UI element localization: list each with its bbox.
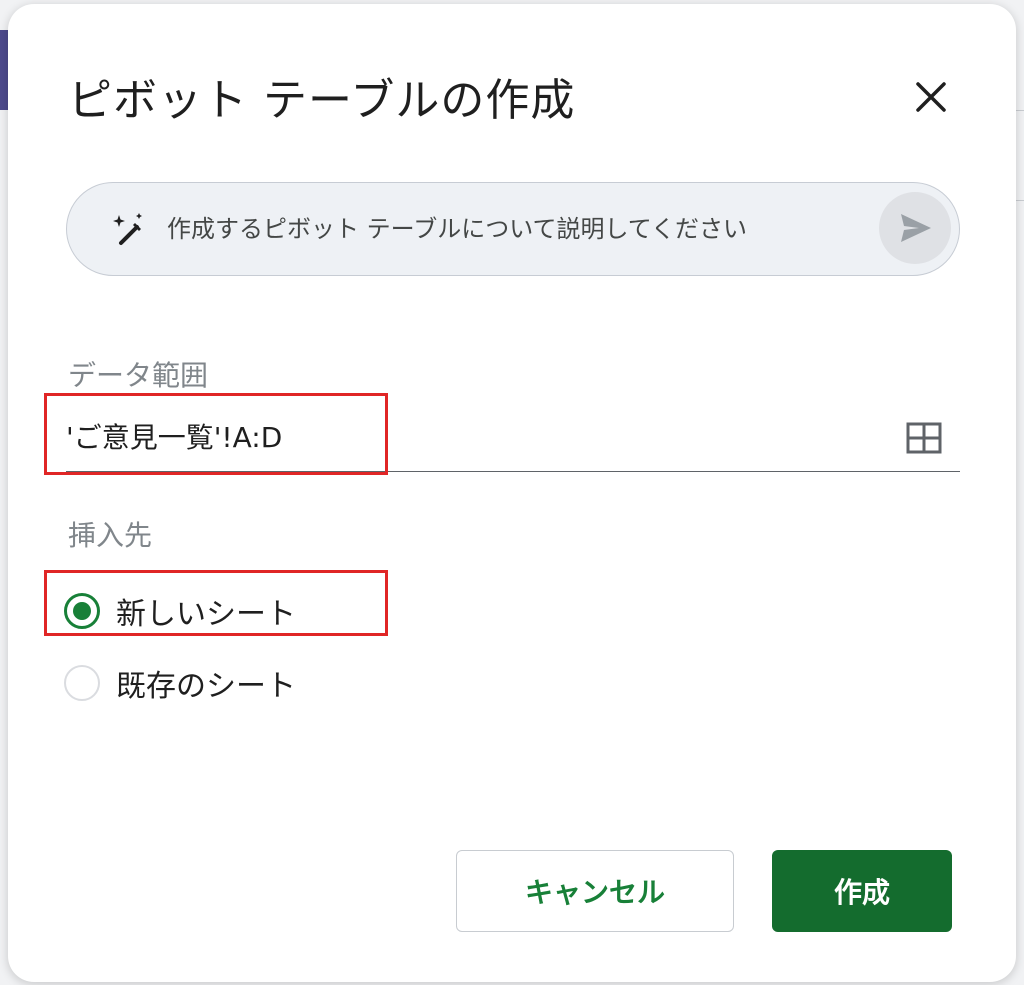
background-accent-strip bbox=[0, 30, 8, 110]
radio-new-sheet[interactable]: 新しいシート bbox=[64, 586, 296, 636]
grid-select-icon[interactable] bbox=[904, 418, 944, 458]
radio-button-unchecked[interactable] bbox=[64, 665, 100, 701]
dialog-title: ピボット テーブルの作成 bbox=[68, 75, 576, 126]
ai-prompt-input[interactable] bbox=[167, 205, 867, 253]
create-button[interactable]: 作成 bbox=[772, 850, 952, 932]
radio-button-checked[interactable] bbox=[64, 593, 100, 629]
ai-prompt-box[interactable] bbox=[66, 182, 960, 276]
radio-existing-sheet[interactable]: 既存のシート bbox=[64, 658, 296, 708]
create-pivot-table-dialog: ピボット テーブルの作成 データ範囲 挿入先 新しいシート bbox=[8, 4, 1016, 982]
data-range-label: データ範囲 bbox=[68, 359, 209, 392]
radio-label: 既存のシート bbox=[116, 669, 296, 704]
data-range-field[interactable] bbox=[66, 404, 960, 472]
data-range-input[interactable] bbox=[66, 412, 766, 460]
close-icon bbox=[916, 82, 946, 112]
insert-location-label: 挿入先 bbox=[68, 519, 153, 552]
cancel-button[interactable]: キャンセル bbox=[456, 850, 734, 932]
radio-label: 新しいシート bbox=[116, 597, 296, 632]
sparkle-pen-icon bbox=[113, 213, 142, 245]
close-button[interactable] bbox=[904, 70, 958, 124]
send-button[interactable] bbox=[879, 192, 951, 264]
send-icon bbox=[901, 214, 931, 242]
